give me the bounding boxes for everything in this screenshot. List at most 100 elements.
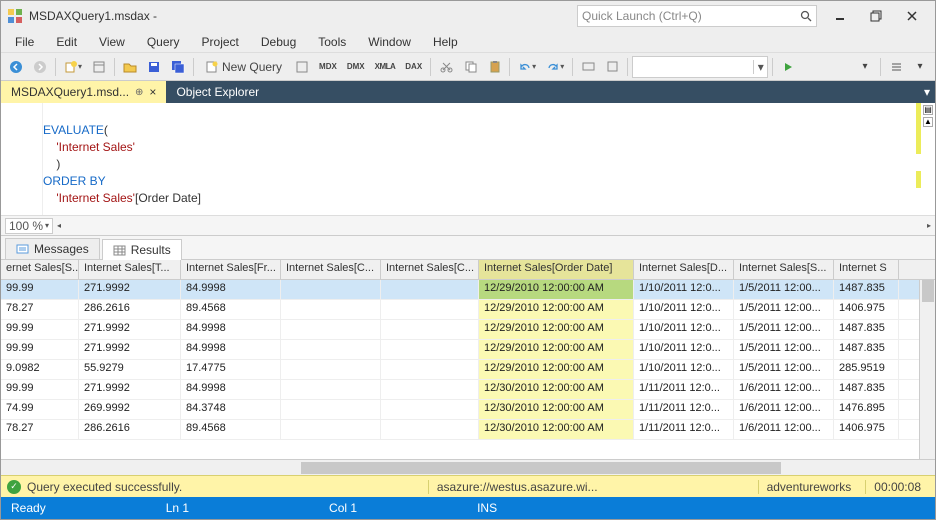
tab-object-explorer[interactable]: Object Explorer xyxy=(166,81,269,103)
column-header[interactable]: Internet Sales[Fr... xyxy=(181,260,281,279)
xmla-button[interactable]: XMLA xyxy=(371,56,400,78)
column-header[interactable]: Internet S xyxy=(834,260,899,279)
vertical-scrollbar[interactable] xyxy=(919,280,935,459)
dax-button[interactable]: DAX xyxy=(401,56,426,78)
split-icon[interactable]: ▤ xyxy=(923,105,933,115)
solution-config-dropdown[interactable]: ▾ xyxy=(632,56,768,78)
column-header[interactable]: Internet Sales[S... xyxy=(734,260,834,279)
column-header[interactable]: Internet Sales[T... xyxy=(79,260,181,279)
status-connection: asazure://westus.asazure.wi... xyxy=(428,480,606,494)
arrow-right-icon[interactable]: ▸ xyxy=(927,221,931,230)
menu-tools[interactable]: Tools xyxy=(308,33,356,51)
code-editor[interactable]: EVALUATE( 'Internet Sales' ) ORDER BY 'I… xyxy=(1,103,935,235)
new-item-button[interactable]: ▾ xyxy=(60,56,86,78)
nav-back-button[interactable] xyxy=(5,56,27,78)
status-ins: INS xyxy=(477,501,497,515)
find-button[interactable] xyxy=(577,56,599,78)
table-row[interactable]: 78.27286.261689.456812/30/2010 12:00:00 … xyxy=(1,420,935,440)
menu-edit[interactable]: Edit xyxy=(46,33,87,51)
menu-debug[interactable]: Debug xyxy=(251,33,306,51)
quick-launch-box[interactable]: Quick Launch (Ctrl+Q) xyxy=(577,5,817,27)
chevron-down-icon[interactable]: ▾ xyxy=(753,60,767,74)
tab-msdaxquery[interactable]: MSDAXQuery1.msd... ⊕ × xyxy=(1,81,166,103)
cell: 1/10/2011 12:0... xyxy=(634,340,734,359)
cell: 1/10/2011 12:0... xyxy=(634,320,734,339)
menu-project[interactable]: Project xyxy=(192,33,249,51)
menu-file[interactable]: File xyxy=(5,33,44,51)
toolbar-overflow-button[interactable]: ▾ xyxy=(854,56,876,78)
tab-overflow-button[interactable]: ▾ xyxy=(919,85,935,99)
search-icon[interactable] xyxy=(800,10,812,22)
cell: 12/30/2010 12:00:00 AM xyxy=(479,420,634,439)
column-header[interactable]: Internet Sales[C... xyxy=(381,260,479,279)
paste-button[interactable] xyxy=(483,56,505,78)
table-row[interactable]: 99.99271.999284.999812/29/2010 12:00:00 … xyxy=(1,280,935,300)
minimize-button[interactable] xyxy=(823,4,857,28)
cell xyxy=(281,360,381,379)
status-database: adventureworks xyxy=(758,480,860,494)
cell xyxy=(381,400,479,419)
execute-button[interactable] xyxy=(777,56,799,78)
cell: 99.99 xyxy=(1,380,79,399)
cell xyxy=(381,420,479,439)
open-button[interactable] xyxy=(119,56,141,78)
column-header[interactable]: Internet Sales[Order Date] xyxy=(479,260,634,279)
new-query-button[interactable]: New Query xyxy=(198,56,289,78)
editor-margin xyxy=(1,103,43,215)
cell: 271.9992 xyxy=(79,280,181,299)
close-button[interactable] xyxy=(895,4,929,28)
cell: 1/10/2011 12:0... xyxy=(634,360,734,379)
column-header[interactable]: ernet Sales[S... xyxy=(1,260,79,279)
tab-results[interactable]: Results xyxy=(102,239,182,260)
nav-up-icon[interactable]: ▲ xyxy=(923,117,933,127)
query-status-bar: ✓ Query executed successfully. asazure:/… xyxy=(1,475,935,497)
cell: 99.99 xyxy=(1,320,79,339)
mdx-button[interactable]: MDX xyxy=(315,56,341,78)
menu-help[interactable]: Help xyxy=(423,33,468,51)
status-message: Query executed successfully. xyxy=(27,480,182,494)
cell: 74.99 xyxy=(1,400,79,419)
redo-button[interactable]: ▾ xyxy=(542,56,568,78)
pin-icon[interactable]: ⊕ xyxy=(135,87,143,98)
save-button[interactable] xyxy=(143,56,165,78)
app-icon xyxy=(7,8,23,24)
column-header[interactable]: Internet Sales[D... xyxy=(634,260,734,279)
undo-button[interactable]: ▾ xyxy=(514,56,540,78)
menu-window[interactable]: Window xyxy=(358,33,421,51)
cut-button[interactable] xyxy=(435,56,457,78)
cell: 17.4775 xyxy=(181,360,281,379)
table-row[interactable]: 99.99271.999284.999812/29/2010 12:00:00 … xyxy=(1,320,935,340)
horizontal-scrollbar[interactable] xyxy=(1,459,935,475)
cell xyxy=(281,340,381,359)
table-row[interactable]: 99.99271.999284.999812/30/2010 12:00:00 … xyxy=(1,380,935,400)
toolbar-more-button[interactable] xyxy=(885,56,907,78)
cell: 271.9992 xyxy=(79,340,181,359)
close-icon[interactable]: × xyxy=(149,85,156,99)
cell: 1/11/2011 12:0... xyxy=(634,380,734,399)
copy-button[interactable] xyxy=(459,56,481,78)
nav-forward-button[interactable] xyxy=(29,56,51,78)
menu-view[interactable]: View xyxy=(89,33,135,51)
cell: 9.0982 xyxy=(1,360,79,379)
cell: 12/29/2010 12:00:00 AM xyxy=(479,320,634,339)
cell: 99.99 xyxy=(1,340,79,359)
table-row[interactable]: 9.098255.927917.477512/29/2010 12:00:00 … xyxy=(1,360,935,380)
output-tab-bar: Messages Results xyxy=(1,235,935,259)
column-header[interactable]: Internet Sales[C... xyxy=(281,260,381,279)
restore-button[interactable] xyxy=(859,4,893,28)
table-row[interactable]: 74.99269.999284.374812/30/2010 12:00:00 … xyxy=(1,400,935,420)
cell: 84.9998 xyxy=(181,320,281,339)
table-row[interactable]: 78.27286.261689.456812/29/2010 12:00:00 … xyxy=(1,300,935,320)
comment-button[interactable] xyxy=(601,56,623,78)
table-row[interactable]: 99.99271.999284.999812/29/2010 12:00:00 … xyxy=(1,340,935,360)
results-icon xyxy=(113,244,126,257)
save-all-button[interactable] xyxy=(167,56,189,78)
toolbar-overflow2-button[interactable]: ▾ xyxy=(909,56,931,78)
status-ready: Ready xyxy=(11,501,46,515)
solution-config-input[interactable] xyxy=(633,58,753,76)
code-area[interactable]: EVALUATE( 'Internet Sales' ) ORDER BY 'I… xyxy=(43,103,935,215)
properties-button[interactable] xyxy=(88,56,110,78)
dmx-button[interactable]: DMX xyxy=(343,56,369,78)
database-engine-query-icon[interactable] xyxy=(291,56,313,78)
menu-query[interactable]: Query xyxy=(137,33,190,51)
